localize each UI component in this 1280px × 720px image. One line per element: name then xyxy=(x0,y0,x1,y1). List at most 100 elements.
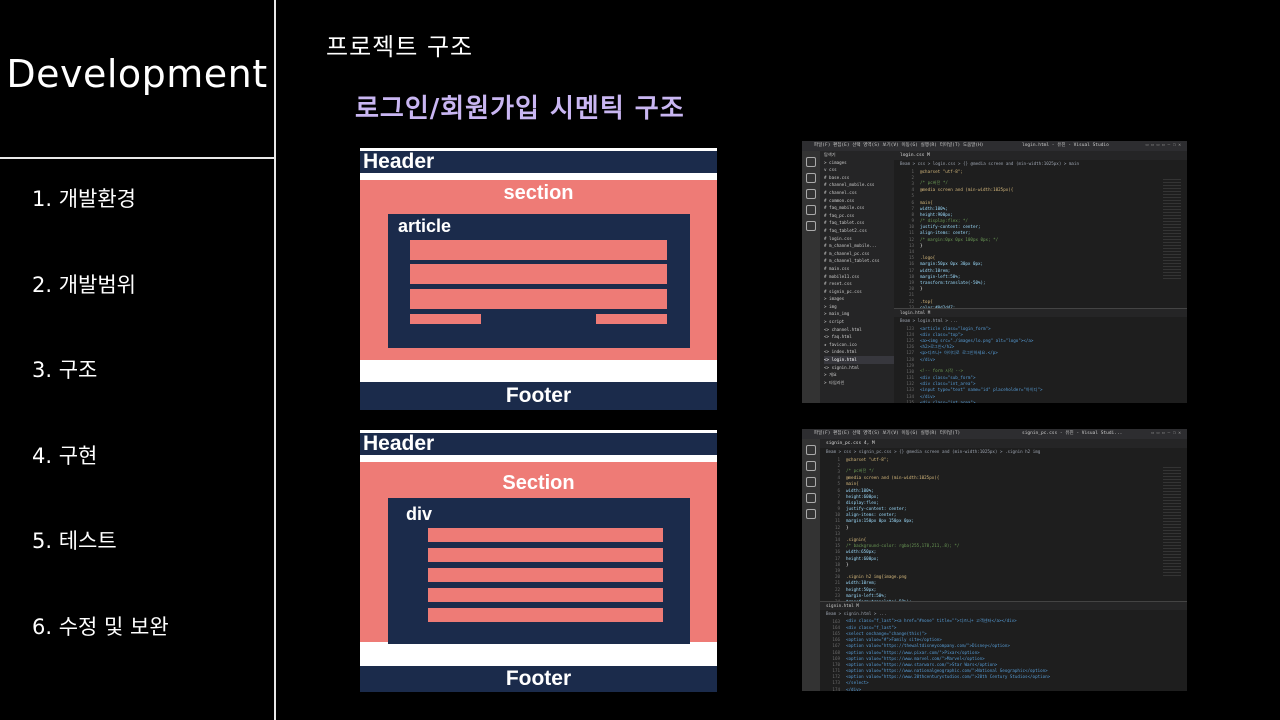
explorer-item[interactable]: # main.css xyxy=(824,265,894,273)
sidebar-item-fixes[interactable]: 6. 수정 및 보완 xyxy=(32,610,169,696)
line-number: 21 xyxy=(834,580,840,586)
panel-code-lines: 163 <div class="f_last"><a href="#none" t… xyxy=(820,618,1187,691)
explorer-item[interactable]: > 타임라인 xyxy=(824,379,894,387)
code-text: width:100%; xyxy=(920,205,948,211)
line-number: 16 xyxy=(834,549,840,555)
sidebar-item-test[interactable]: 5. 테스트 xyxy=(32,524,169,610)
explorer-item[interactable]: # base.css xyxy=(824,174,894,182)
line-number: 163 xyxy=(832,618,840,624)
line-number: 20 xyxy=(834,574,840,580)
code-text: @media screen and (min-width:1025px){ xyxy=(920,187,1014,193)
line-number: 134 xyxy=(906,393,914,399)
explorer-item[interactable]: # channel_mobile.css xyxy=(824,181,894,189)
explorer-item[interactable]: ★ favicon.ico xyxy=(824,341,894,349)
line-number: 11 xyxy=(908,230,914,236)
code-text: main{ xyxy=(920,199,933,205)
diagram-content-bar xyxy=(410,289,667,309)
explorer-item[interactable]: > 개요 xyxy=(824,371,894,379)
sidebar-item-dev-scope[interactable]: 2. 개발범위 xyxy=(32,268,169,354)
panel-editor-tab: login.html M xyxy=(894,309,1187,317)
diagram-section-block: Section div xyxy=(360,462,717,644)
explorer-item[interactable]: # signin_pc.css xyxy=(824,288,894,296)
line-number: 4 xyxy=(911,187,914,193)
explorer-item[interactable]: > main_img xyxy=(824,310,894,318)
files-icon xyxy=(806,157,816,167)
line-number: 1 xyxy=(911,168,914,174)
explorer-item[interactable]: # m_channel_tablet.css xyxy=(824,257,894,265)
editor-tab: login.css M xyxy=(894,151,1187,160)
code-text: <div class="f_last"> xyxy=(846,624,897,630)
code-text: <div class="sub_form"> xyxy=(920,375,976,381)
explorer-item[interactable]: <> login.html xyxy=(824,356,894,364)
explorer-item[interactable]: # faq_tablet2.css xyxy=(824,227,894,235)
explorer-item[interactable]: v css xyxy=(824,166,894,174)
code-text: margin:150px 0px 150px 0px; xyxy=(846,518,915,524)
minimap xyxy=(1163,467,1181,577)
explorer-item[interactable]: > images xyxy=(824,295,894,303)
explorer-item[interactable]: > script xyxy=(824,318,894,326)
explorer-item[interactable]: > cimages xyxy=(824,159,894,167)
sidebar-item-structure[interactable]: 3. 구조 xyxy=(32,353,169,439)
explorer-item[interactable]: # faq_pc.css xyxy=(824,212,894,220)
editor-menu: 파일(F) 편집(E) 선택 영역(S) 보기(V) 이동(G) 실행(R) 터… xyxy=(814,431,961,436)
code-editor-screenshot-signin: 파일(F) 편집(E) 선택 영역(S) 보기(V) 이동(G) 실행(R) 터… xyxy=(802,429,1187,691)
line-number: 19 xyxy=(908,279,914,285)
code-text: <option value="https://thewaltdisneycomp… xyxy=(846,643,1010,649)
code-text: margin:50px 0px 30px 0px; xyxy=(920,261,984,267)
line-number: 164 xyxy=(832,624,840,630)
code-editor-screenshot-login: 파일(F) 편집(E) 선택 영역(S) 보기(V) 이동(G) 실행(R) 터… xyxy=(802,141,1187,403)
line-number: 22 xyxy=(908,298,914,304)
sidebar-item-dev-environment[interactable]: 1. 개발환경 xyxy=(32,182,169,268)
sidebar: Development 1. 개발환경 2. 개발범위 3. 구조 4. 구현 … xyxy=(0,0,276,720)
line-number: 8 xyxy=(837,499,840,505)
line-number: 168 xyxy=(832,649,840,655)
line-number: 6 xyxy=(911,199,914,205)
editor-titlebar: 파일(F) 편집(E) 선택 영역(S) 보기(V) 이동(G) 실행(R) 터… xyxy=(802,429,1187,439)
code-text: width:10rem; xyxy=(846,580,877,586)
explorer-item[interactable]: # m_channel_pc.css xyxy=(824,250,894,258)
diagram-div-block: div xyxy=(388,498,690,644)
explorer-item[interactable]: # m_channel_mobile... xyxy=(824,242,894,250)
explorer-panel: 탐색기 > cimages v css # base.css # channel_mob… xyxy=(820,151,894,403)
code-line: 174 </div> xyxy=(826,686,1187,691)
explorer-item[interactable]: # channel.css xyxy=(824,189,894,197)
line-number: 172 xyxy=(832,674,840,680)
explorer-item[interactable]: 탐색기 xyxy=(824,151,894,159)
line-number: 128 xyxy=(906,356,914,362)
explorer-item[interactable]: # reset.css xyxy=(824,280,894,288)
code-text: </select> xyxy=(846,680,869,686)
window-controls-icon: ▭ ▭ ▭ ▭ — ❐ ✕ xyxy=(1145,143,1181,148)
code-text: justify-content: center; xyxy=(920,224,981,230)
explorer-item[interactable]: # common.css xyxy=(824,197,894,205)
code-text: /* display:flex; */ xyxy=(920,218,968,224)
code-text: /* margin:0px 0px 100px 0px; */ xyxy=(920,236,999,242)
line-number: 17 xyxy=(834,555,840,561)
explorer-item[interactable]: # faq_tablet.css xyxy=(824,219,894,227)
code-text: </div> xyxy=(920,393,936,399)
explorer-item[interactable]: <> faq.html xyxy=(824,333,894,341)
explorer-item[interactable]: # mobile11.css xyxy=(824,273,894,281)
activity-bar xyxy=(802,439,820,691)
search-icon xyxy=(806,461,816,471)
explorer-item[interactable]: <> index.html xyxy=(824,348,894,356)
diagram-content-bar xyxy=(428,528,663,542)
line-number: 12 xyxy=(908,236,914,242)
explorer-item[interactable]: <> channel.html xyxy=(824,326,894,334)
line-number: 10 xyxy=(908,224,914,230)
code-text: </div> xyxy=(846,686,862,691)
code-text: <div class="top"> xyxy=(920,331,963,337)
line-number: 165 xyxy=(832,630,840,636)
code-text: } xyxy=(920,242,923,248)
explorer-item[interactable]: <> signin.html xyxy=(824,364,894,372)
code-text: <option value="#">Family site</option> xyxy=(846,637,942,643)
code-text: <article class="login_form"> xyxy=(920,325,991,331)
sidebar-item-implementation[interactable]: 4. 구현 xyxy=(32,439,169,525)
explorer-item[interactable]: # faq_mobile.css xyxy=(824,204,894,212)
diagram-content-bar xyxy=(428,588,663,602)
editor-pane: login.css M Beam > css > login.css > {} … xyxy=(894,151,1187,403)
line-number: 13 xyxy=(834,530,840,536)
line-number: 18 xyxy=(908,273,914,279)
panel-breadcrumb: Beam > login.html > ... xyxy=(900,318,958,323)
explorer-item[interactable]: > img xyxy=(824,303,894,311)
explorer-item[interactable]: # login.css xyxy=(824,235,894,243)
